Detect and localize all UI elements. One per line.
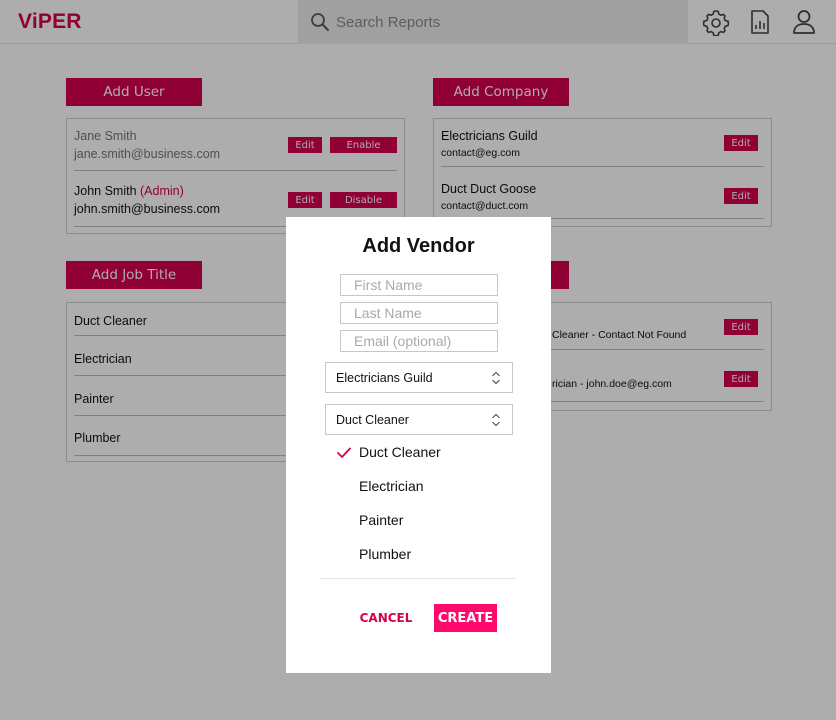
last-name-field[interactable]	[340, 302, 498, 324]
dropdown-option[interactable]: Duct Cleaner	[286, 436, 551, 470]
company-select[interactable]: Electricians Guild	[325, 362, 513, 393]
dialog-divider	[320, 578, 516, 579]
option-label: Painter	[359, 512, 404, 528]
add-vendor-dialog: Add Vendor Electricians Guild Duct Clean…	[286, 217, 551, 673]
chevron-up-down-icon	[492, 413, 500, 427]
check-icon	[337, 447, 351, 458]
email-field[interactable]	[340, 330, 498, 352]
company-select-value: Electricians Guild	[336, 371, 433, 385]
option-label: Electrician	[359, 478, 424, 494]
chevron-up-down-icon	[492, 371, 500, 385]
create-button[interactable]: CREATE	[434, 604, 497, 632]
dropdown-option[interactable]: Electrician	[286, 470, 551, 504]
dialog-title: Add Vendor	[362, 235, 475, 257]
job-title-select-value: Duct Cleaner	[336, 413, 409, 427]
option-label: Plumber	[359, 546, 412, 562]
dropdown-option[interactable]: Painter	[286, 504, 551, 538]
job-title-select[interactable]: Duct Cleaner	[325, 404, 513, 435]
option-label: Duct Cleaner	[359, 444, 441, 460]
cancel-button[interactable]: CANCEL	[356, 607, 416, 629]
first-name-field[interactable]	[340, 274, 498, 296]
dropdown-option[interactable]: Plumber	[286, 538, 551, 572]
